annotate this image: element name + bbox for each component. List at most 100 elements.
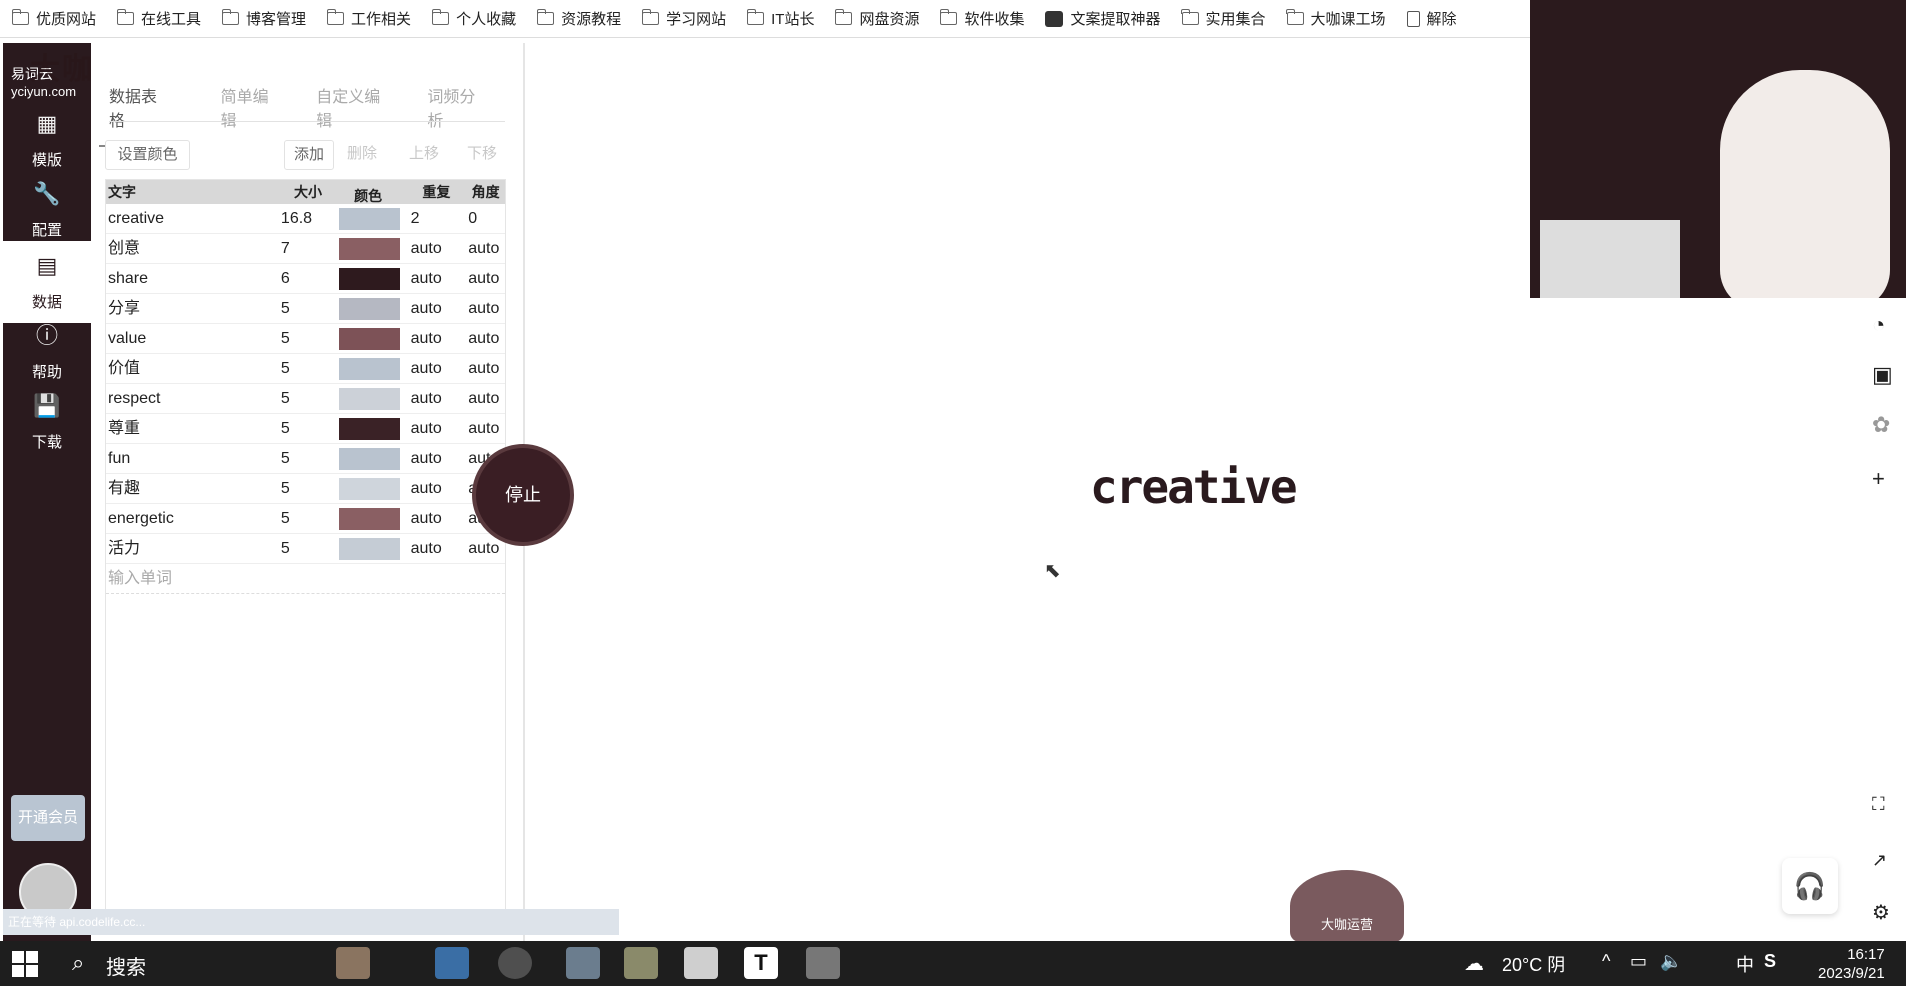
bookmark-item[interactable]: 优质网站 xyxy=(11,8,96,29)
chevron-up-icon[interactable]: ^ xyxy=(1602,951,1610,972)
robot-icon[interactable]: ▣ xyxy=(1872,362,1893,388)
cell-size[interactable]: 5 xyxy=(279,504,337,533)
bookmark-item[interactable]: 在线工具 xyxy=(116,8,201,29)
cell-repeat[interactable]: auto xyxy=(407,384,467,413)
cell-repeat[interactable]: auto xyxy=(407,264,467,293)
cell-word[interactable]: 创意 xyxy=(106,234,279,263)
cell-size[interactable]: 5 xyxy=(279,414,337,443)
move-down-button[interactable]: 下移 xyxy=(460,140,504,170)
settings-gear-icon[interactable]: ⚙ xyxy=(1872,900,1890,925)
table-row[interactable]: value 5 auto auto xyxy=(106,324,505,354)
cell-word[interactable]: 价值 xyxy=(106,354,279,383)
bookmark-item[interactable]: 解除 xyxy=(1406,8,1457,29)
windows-start-icon[interactable] xyxy=(12,951,38,977)
bookmark-item[interactable]: 资源教程 xyxy=(536,8,621,29)
cell-size[interactable]: 7 xyxy=(279,234,337,263)
cell-size[interactable]: 5 xyxy=(279,294,337,323)
cell-repeat[interactable]: auto xyxy=(407,444,467,473)
cell-angle[interactable]: auto xyxy=(466,294,505,323)
cell-angle[interactable]: auto xyxy=(466,414,505,443)
ime-indicator[interactable]: 中 xyxy=(1736,951,1754,977)
typora-icon[interactable]: T xyxy=(744,947,778,979)
color-swatch[interactable] xyxy=(338,538,400,560)
cell-word[interactable]: 有趣 xyxy=(106,474,279,503)
taskbar-app-icon[interactable] xyxy=(435,947,469,979)
stop-button[interactable]: 停止 xyxy=(472,444,574,546)
bookmark-item[interactable]: IT站长 xyxy=(746,8,814,29)
cell-repeat[interactable]: 2 xyxy=(407,204,467,233)
table-row[interactable]: creative 16.8 2 0 xyxy=(106,204,505,234)
taskbar-app-icon[interactable] xyxy=(684,947,718,979)
bookmark-item[interactable]: 博客管理 xyxy=(221,8,306,29)
cell-word[interactable]: 分享 xyxy=(106,294,279,323)
cell-size[interactable]: 5 xyxy=(279,534,337,563)
cell-angle[interactable]: auto xyxy=(466,384,505,413)
bookmark-item[interactable]: 大咖课工场 xyxy=(1286,8,1386,29)
cell-word[interactable]: energetic xyxy=(106,504,279,533)
add-button[interactable]: 添加 xyxy=(284,140,334,170)
table-row[interactable]: 价值 5 auto auto xyxy=(106,354,505,384)
color-swatch[interactable] xyxy=(338,238,400,260)
cell-word[interactable]: share xyxy=(106,264,279,293)
cell-word[interactable]: fun xyxy=(106,444,279,473)
tab-custom-edit[interactable]: 自定义编辑 xyxy=(316,83,394,147)
cell-word[interactable]: respect xyxy=(106,384,279,413)
sidebar-item-save[interactable]: 💾 下载 xyxy=(3,381,91,463)
cell-angle[interactable]: auto xyxy=(466,354,505,383)
color-swatch[interactable] xyxy=(338,418,400,440)
cell-color[interactable] xyxy=(337,474,407,503)
table-row[interactable]: 活力 5 auto auto xyxy=(106,534,505,564)
bookmark-item[interactable]: 实用集合 xyxy=(1181,8,1266,29)
cell-repeat[interactable]: auto xyxy=(407,294,467,323)
cell-size[interactable]: 5 xyxy=(279,474,337,503)
cell-repeat[interactable]: auto xyxy=(407,474,467,503)
file-explorer-icon[interactable] xyxy=(806,947,840,979)
color-swatch[interactable] xyxy=(338,508,400,530)
color-swatch[interactable] xyxy=(338,268,400,290)
color-swatch[interactable] xyxy=(338,208,400,230)
weather-text[interactable]: 20°C 阴 xyxy=(1502,951,1565,977)
table-row[interactable]: energetic5autoauto xyxy=(106,504,505,534)
cell-size[interactable]: 16.8 xyxy=(279,204,337,233)
header-size[interactable]: 大小 xyxy=(279,180,337,204)
color-swatch[interactable] xyxy=(338,328,400,350)
taskbar-app-icon[interactable] xyxy=(624,947,658,979)
bookmark-item[interactable]: 工作相关 xyxy=(326,8,411,29)
table-row[interactable]: 创意 7 auto auto xyxy=(106,234,505,264)
cell-color[interactable] xyxy=(337,324,407,353)
cell-color[interactable] xyxy=(337,384,407,413)
bookmark-item[interactable]: 网盘资源 xyxy=(834,8,919,29)
external-link-icon[interactable]: ↗ xyxy=(1872,850,1887,871)
cell-color[interactable] xyxy=(337,234,407,263)
cell-word[interactable]: 活力 xyxy=(106,534,279,563)
screenshot-icon[interactable]: ⛶ xyxy=(1872,794,1885,815)
header-color[interactable]: 颜色 xyxy=(337,180,407,204)
vip-button[interactable]: 开通会员 xyxy=(11,795,85,841)
cell-angle[interactable]: auto xyxy=(466,264,505,293)
color-swatch[interactable] xyxy=(338,388,400,410)
cell-color[interactable] xyxy=(337,534,407,563)
table-row[interactable]: respect 5 auto auto xyxy=(106,384,505,414)
cell-repeat[interactable]: auto xyxy=(407,534,467,563)
table-row[interactable]: share 6 auto auto xyxy=(106,264,505,294)
cell-repeat[interactable]: auto xyxy=(407,504,467,533)
sogou-icon[interactable]: S xyxy=(1764,951,1776,972)
cell-word[interactable]: 尊重 xyxy=(106,414,279,443)
cell-color[interactable] xyxy=(337,504,407,533)
clock[interactable]: 16:17 2023/9/21 xyxy=(1818,945,1885,983)
table-row[interactable]: 尊重 5 auto auto xyxy=(106,414,505,444)
header-repeat[interactable]: 重复 xyxy=(407,180,467,204)
volume-icon[interactable]: 🔈 xyxy=(1660,951,1682,972)
cell-size[interactable]: 5 xyxy=(279,324,337,353)
color-swatch[interactable] xyxy=(338,358,400,380)
cell-color[interactable] xyxy=(337,444,407,473)
cell-size[interactable]: 5 xyxy=(279,354,337,383)
cell-repeat[interactable]: auto xyxy=(407,234,467,263)
cell-color[interactable] xyxy=(337,414,407,443)
cell-size[interactable]: 5 xyxy=(279,384,337,413)
cell-color[interactable] xyxy=(337,294,407,323)
bookmark-item[interactable]: 文案提取神器 xyxy=(1045,8,1161,29)
cell-angle[interactable]: 0 xyxy=(466,204,505,233)
table-row[interactable]: 有趣5autoauto xyxy=(106,474,505,504)
cell-color[interactable] xyxy=(337,354,407,383)
